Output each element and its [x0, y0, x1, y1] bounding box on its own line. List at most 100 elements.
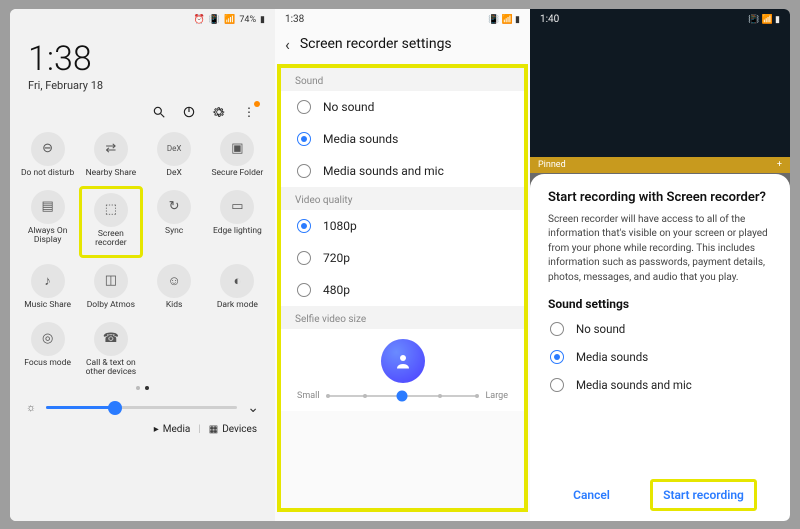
status-time: 1:38 — [285, 14, 304, 25]
radio-icon — [550, 378, 564, 392]
page-dot-active — [145, 386, 149, 390]
three-screenshots: ⏰ 📳 📶 74% ▮ 1:38 Fri, February 18 ⋮ ⊖Do … — [10, 9, 790, 521]
status-bar: ⏰ 📳 📶 74% ▮ — [10, 9, 275, 29]
brightness-thumb[interactable] — [108, 401, 122, 415]
screen-recorder-icon: ⬚ — [94, 193, 128, 227]
radio-icon — [297, 164, 311, 178]
brightness-row: ☼ ⌄ — [10, 392, 275, 420]
dialog-sound-option[interactable]: No sound — [548, 315, 772, 343]
signal-icon: 📶 — [224, 15, 235, 25]
radio-icon — [297, 219, 311, 233]
alarm-icon: ⏰ — [194, 15, 205, 25]
tile-music-share[interactable]: ♪ Music Share — [16, 260, 79, 316]
power-icon[interactable] — [181, 104, 197, 120]
page-indicator — [10, 384, 275, 392]
tile-label: Kids — [166, 301, 183, 310]
more-icon[interactable]: ⋮ — [241, 104, 257, 120]
tile-dolby-atmos[interactable]: ◫Dolby Atmos — [79, 260, 142, 316]
gear-icon[interactable] — [211, 104, 227, 120]
devices-button[interactable]: ▦ Devices — [209, 424, 257, 435]
option-label: 480p — [323, 283, 350, 297]
edge-lighting-icon: ▭ — [220, 190, 254, 224]
battery-icon: ▮ — [260, 15, 265, 25]
dialog-sound-option[interactable]: Media sounds and mic — [548, 371, 772, 399]
dialog-sound-option[interactable]: Media sounds — [548, 343, 772, 371]
start-recording-button[interactable]: Start recording — [650, 479, 757, 511]
cancel-button[interactable]: Cancel — [563, 482, 620, 508]
selfie-size-slider[interactable] — [328, 395, 478, 397]
pinned-bar: Pinned + — [530, 157, 790, 173]
kids-icon: ☺ — [157, 264, 191, 298]
tile-screen-recorder[interactable]: ⬚ Screen recorder — [79, 186, 142, 258]
tile-label: DeX — [166, 169, 181, 178]
devices-label: Devices — [222, 424, 257, 435]
tile-label: Screen recorder — [83, 230, 139, 249]
search-icon[interactable] — [151, 104, 167, 120]
divider: | — [198, 424, 200, 435]
vibrate-icon: 📳 — [209, 15, 220, 25]
tile-call-text-other[interactable]: ☎Call & text on other devices — [79, 318, 142, 384]
footer-row: ▸ Media | ▦ Devices — [10, 420, 275, 443]
do-not-disturb-icon: ⊖ — [31, 132, 65, 166]
section-sound: Sound — [281, 68, 524, 91]
music-share-icon: ♪ — [31, 264, 65, 298]
dialog-actions: Cancel Start recording — [548, 471, 772, 511]
radio-icon — [550, 350, 564, 364]
nearby-share-icon: ⇄ — [94, 132, 128, 166]
battery-text: 74% — [239, 15, 256, 25]
dark-mode-icon: ◐ — [220, 264, 254, 298]
media-button[interactable]: ▸ Media — [154, 424, 191, 435]
settings-header: ‹ Screen recorder settings — [275, 29, 530, 64]
brightness-slider[interactable] — [46, 406, 237, 409]
tile-dex[interactable]: DeXDeX — [143, 128, 206, 184]
option-label: Media sounds and mic — [323, 164, 444, 178]
tile-nearby-share[interactable]: ⇄ Nearby Share — [79, 128, 142, 184]
sound-option[interactable]: Media sounds — [281, 123, 524, 155]
start-recording-dialog: Start recording with Screen recorder? Sc… — [530, 174, 790, 521]
tile-label: Sync — [165, 227, 183, 236]
option-label: Media sounds and mic — [576, 378, 692, 392]
tile-label: Always On Display — [20, 227, 76, 246]
page-title: Screen recorder settings — [300, 36, 452, 52]
call-text-other-icon: ☎ — [94, 322, 128, 356]
always-on-display-icon: ▤ — [31, 190, 65, 224]
section-video-quality: Video quality — [281, 187, 524, 210]
option-label: No sound — [323, 100, 374, 114]
tile-do-not-disturb[interactable]: ⊖ Do not disturb — [16, 128, 79, 184]
back-icon[interactable]: ‹ — [285, 35, 290, 54]
quick-settings-panel: ⏰ 📳 📶 74% ▮ 1:38 Fri, February 18 ⋮ ⊖Do … — [10, 9, 275, 521]
chevron-down-icon[interactable]: ⌄ — [247, 400, 259, 416]
sound-option[interactable]: Media sounds and mic — [281, 155, 524, 187]
tile-secure-folder[interactable]: ▣Secure Folder — [206, 128, 269, 184]
video-quality-option[interactable]: 480p — [281, 274, 524, 306]
selfie-preview — [281, 329, 524, 387]
tile-label: Dark mode — [217, 301, 258, 310]
tile-label: Secure Folder — [211, 169, 263, 178]
tile-dark-mode[interactable]: ◐ Dark mode — [206, 260, 269, 316]
radio-icon — [550, 322, 564, 336]
tile-label: Focus mode — [24, 359, 71, 368]
tile-label: Nearby Share — [86, 169, 137, 178]
notification-badge — [254, 101, 260, 107]
quick-tiles-grid: ⊖ Do not disturb ⇄ Nearby Share DeXDeX▣Secur… — [10, 124, 275, 384]
grid-icon: ▦ — [209, 424, 218, 435]
tile-edge-lighting[interactable]: ▭Edge lighting — [206, 186, 269, 258]
dialog-title: Start recording with Screen recorder? — [548, 190, 772, 205]
sun-icon: ☼ — [26, 401, 36, 414]
selfie-size-thumb[interactable] — [397, 390, 408, 401]
tile-always-on-display[interactable]: ▤ Always On Display — [16, 186, 79, 258]
tile-label: Music Share — [24, 301, 71, 310]
tile-kids[interactable]: ☺ Kids — [143, 260, 206, 316]
sound-option[interactable]: No sound — [281, 91, 524, 123]
add-icon[interactable]: + — [777, 160, 782, 170]
tile-focus-mode[interactable]: ◎ Focus mode — [16, 318, 79, 384]
sound-settings-heading: Sound settings — [548, 297, 772, 311]
video-quality-option[interactable]: 720p — [281, 242, 524, 274]
person-icon — [381, 339, 425, 383]
focus-mode-icon: ◎ — [31, 322, 65, 356]
video-quality-option[interactable]: 1080p — [281, 210, 524, 242]
tile-label: Do not disturb — [21, 169, 74, 178]
icons-right: 📳 📶 ▮ — [748, 15, 780, 25]
tile-label: Dolby Atmos — [87, 301, 135, 310]
tile-sync[interactable]: ↻Sync — [143, 186, 206, 258]
